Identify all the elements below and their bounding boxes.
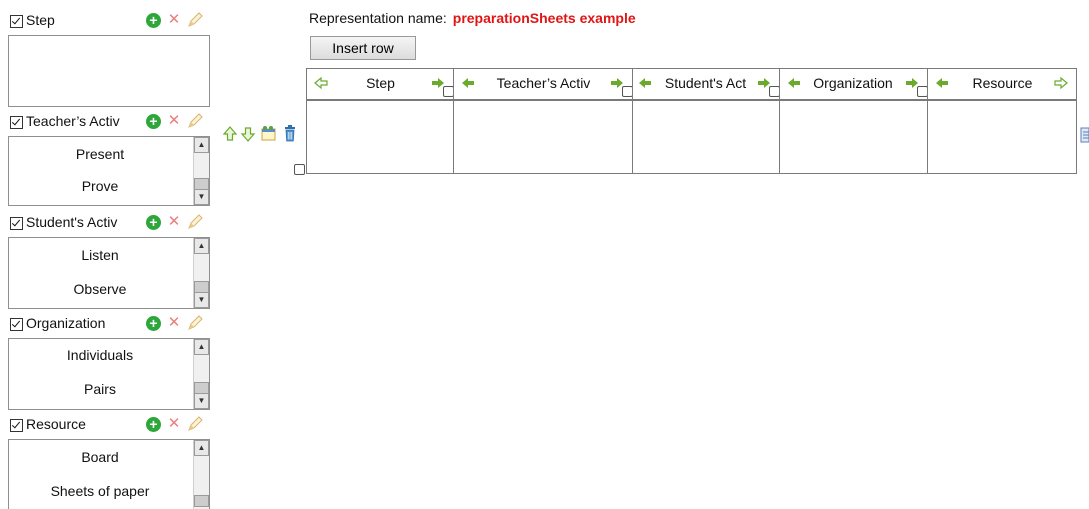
teachers-activity-checkbox[interactable]	[10, 116, 23, 129]
row-tools	[222, 124, 302, 146]
list-item[interactable]: Sheets of paper	[9, 483, 191, 499]
document-icon[interactable]	[1080, 127, 1089, 143]
list-item[interactable]: Observe	[9, 281, 191, 297]
move-column-left-arrow-icon[interactable]	[637, 76, 653, 90]
list-scrollbar[interactable]: ▲ ▼	[193, 339, 209, 409]
move-column-left-arrow-icon[interactable]	[460, 76, 476, 90]
delete-category-icon[interactable]: ✕	[167, 315, 181, 331]
list-item[interactable]: Board	[9, 449, 191, 465]
edit-pencil-icon[interactable]	[186, 415, 204, 433]
column-step: Step	[306, 69, 454, 173]
edit-pencil-icon[interactable]	[186, 112, 204, 130]
list-scrollbar[interactable]: ▲ ▼	[193, 238, 209, 308]
scroll-down-arrow-icon[interactable]: ▼	[194, 292, 209, 308]
delete-category-icon[interactable]: ✕	[167, 214, 181, 230]
column-header: Organization	[780, 69, 928, 101]
students-activity-value-list[interactable]: Listen Observe ▲ ▼	[8, 237, 210, 309]
delete-row-trash-icon[interactable]	[282, 124, 298, 144]
column-header: Teacher’s Activ	[454, 69, 633, 101]
resource-value-list[interactable]: Board Sheets of paper ▲	[8, 439, 210, 509]
add-value-icon[interactable]: +	[146, 316, 161, 331]
move-row-down-icon[interactable]	[240, 124, 256, 144]
category-label-teachers-activity: Teacher’s Activ	[26, 113, 120, 129]
delete-category-icon[interactable]: ✕	[167, 12, 181, 28]
move-column-left-arrow-icon[interactable]	[934, 76, 950, 90]
category-label-resource: Resource	[26, 416, 86, 432]
add-value-icon[interactable]: +	[146, 215, 161, 230]
list-item[interactable]: Prove	[9, 178, 191, 194]
scroll-up-arrow-icon[interactable]: ▲	[194, 238, 209, 254]
category-label-step: Step	[26, 12, 55, 28]
step-value-list[interactable]	[8, 35, 210, 107]
move-column-right-arrow-icon[interactable]	[1053, 76, 1069, 90]
resource-checkbox[interactable]	[10, 419, 23, 432]
list-item[interactable]: Pairs	[9, 381, 191, 397]
scroll-up-arrow-icon[interactable]: ▲	[194, 339, 209, 355]
category-label-organization: Organization	[26, 315, 106, 331]
organization-checkbox[interactable]	[10, 318, 23, 331]
add-value-icon[interactable]: +	[146, 417, 161, 432]
column-header-label: Resource	[972, 75, 1033, 91]
category-label-students-activity: Student's Activ	[26, 214, 118, 230]
move-row-up-icon[interactable]	[222, 124, 238, 144]
category-header-students-activity: Student's Activ + ✕	[8, 212, 210, 234]
add-value-icon[interactable]: +	[146, 13, 161, 28]
scroll-up-arrow-icon[interactable]: ▲	[194, 440, 209, 456]
column-teachers-activity: Teacher’s Activ	[453, 69, 633, 173]
teachers-activity-value-list[interactable]: Present Prove ▲ ▼	[8, 136, 210, 206]
representation-name-value: preparationSheets example	[452, 10, 636, 26]
edit-pencil-icon[interactable]	[186, 314, 204, 332]
scroll-up-arrow-icon[interactable]: ▲	[194, 137, 209, 153]
list-item[interactable]: Individuals	[9, 347, 191, 363]
edit-pencil-icon[interactable]	[186, 11, 204, 29]
category-header-teachers-activity: Teacher’s Activ + ✕	[8, 111, 210, 133]
add-value-icon[interactable]: +	[146, 114, 161, 129]
column-header-label: Student's Act	[664, 75, 747, 91]
column-header-label: Organization	[813, 75, 893, 91]
insert-row-button[interactable]: Insert row	[310, 36, 416, 60]
column-header: Step	[307, 69, 454, 101]
column-header-label: Teacher’s Activ	[496, 75, 591, 91]
scroll-down-arrow-icon[interactable]: ▼	[194, 189, 209, 205]
list-item[interactable]: Listen	[9, 247, 191, 263]
organization-value-list[interactable]: Individuals Pairs ▲ ▼	[8, 338, 210, 410]
move-column-left-arrow-icon[interactable]	[786, 76, 802, 90]
category-header-step: Step + ✕	[8, 10, 210, 32]
delete-category-icon[interactable]: ✕	[167, 416, 181, 432]
list-scrollbar[interactable]: ▲	[193, 440, 209, 509]
step-checkbox[interactable]	[10, 15, 23, 28]
column-organization: Organization	[779, 69, 928, 173]
edit-pencil-icon[interactable]	[186, 213, 204, 231]
column-header: Resource	[928, 69, 1077, 101]
category-header-resource: Resource + ✕	[8, 414, 210, 436]
delete-category-icon[interactable]: ✕	[167, 113, 181, 129]
scroll-thumb[interactable]	[194, 495, 209, 507]
students-activity-checkbox[interactable]	[10, 217, 23, 230]
column-resource: Resource	[927, 69, 1077, 173]
scroll-down-arrow-icon[interactable]: ▼	[194, 393, 209, 409]
representation-grid: Step Teacher’s Activ Student's Act Organ…	[306, 68, 1077, 174]
edit-row-icon[interactable]	[260, 124, 278, 144]
column-header: Student's Act	[633, 69, 780, 101]
row-resize-handle[interactable]	[294, 164, 305, 175]
category-header-organization: Organization + ✕	[8, 313, 210, 335]
representation-name: Representation name: preparationSheets ex…	[309, 10, 636, 26]
list-scrollbar[interactable]: ▲ ▼	[193, 137, 209, 205]
list-item[interactable]: Present	[9, 146, 191, 162]
column-students-activity: Student's Act	[632, 69, 780, 173]
representation-name-label: Representation name:	[309, 10, 447, 26]
